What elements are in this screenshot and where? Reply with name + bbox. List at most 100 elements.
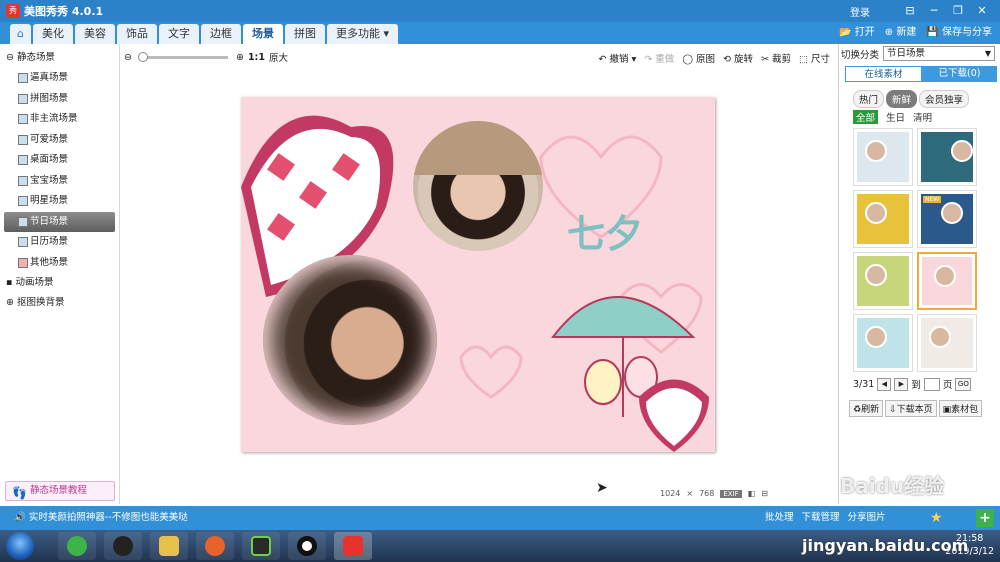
- zoom-in-icon[interactable]: ⊕: [236, 52, 244, 63]
- sub-tab-vip[interactable]: 会员独享: [919, 90, 970, 108]
- original-button[interactable]: ◯ 原图: [682, 51, 715, 65]
- restore-button[interactable]: ❐: [950, 4, 966, 17]
- scene-thumb-icon: [18, 155, 28, 165]
- tree-item-cute[interactable]: 可爱场景: [0, 130, 119, 151]
- tab-accessories[interactable]: 饰品: [116, 24, 157, 44]
- new-button[interactable]: ⊕ 新建: [885, 25, 917, 41]
- sub-tab-new[interactable]: 新鲜: [886, 90, 918, 108]
- tree-item-alternative[interactable]: 非主流场景: [0, 109, 119, 130]
- material-thumb[interactable]: [917, 314, 977, 372]
- resize-button[interactable]: ⬚ 尺寸: [799, 51, 830, 65]
- material-thumb[interactable]: NEW: [917, 190, 977, 248]
- tab-downloaded[interactable]: 已下载(0): [922, 66, 997, 82]
- hat-shape: [413, 121, 543, 175]
- home-tab[interactable]: ⌂: [10, 24, 31, 44]
- tab-collage[interactable]: 拼图: [284, 24, 325, 44]
- download-manager-link[interactable]: 下载管理: [802, 506, 840, 530]
- page-input[interactable]: [923, 377, 940, 391]
- exif-button[interactable]: EXIF: [720, 489, 742, 498]
- taskbar-app-firefox[interactable]: [196, 532, 234, 560]
- tree-item-festival[interactable]: 节日场景: [4, 211, 115, 232]
- footprint-icon: 👣: [12, 486, 27, 500]
- save-share-button[interactable]: 💾 保存与分享: [926, 25, 992, 41]
- material-thumb[interactable]: [853, 128, 913, 186]
- rotate-button[interactable]: ⟲ 旋转: [723, 51, 753, 65]
- go-button[interactable]: GO: [955, 377, 972, 391]
- tree-item-baby[interactable]: 宝宝场景: [0, 171, 119, 192]
- batch-process-link[interactable]: 批处理: [765, 506, 794, 530]
- tree-item-star[interactable]: 明星场景: [0, 191, 119, 212]
- tree-item-collage[interactable]: 拼图场景: [0, 89, 119, 110]
- filter-all[interactable]: 全部: [853, 110, 879, 124]
- skin-button[interactable]: ⊟: [902, 4, 918, 17]
- download-page-button[interactable]: ⇩下载本页: [885, 400, 937, 417]
- close-button[interactable]: ✕: [974, 4, 990, 17]
- scene-thumb-icon: [18, 114, 28, 124]
- redo-button[interactable]: ↷ 重做: [644, 51, 674, 65]
- material-pager: 3/31 ◀ ▶ 到 页 GO: [853, 377, 972, 391]
- tab-online-materials[interactable]: 在线素材: [845, 66, 922, 82]
- tree-item-calendar[interactable]: 日历场景: [0, 232, 119, 253]
- material-thumb[interactable]: [853, 252, 913, 310]
- filter-qingming[interactable]: 清明: [913, 110, 932, 124]
- material-thumb[interactable]: [853, 314, 913, 372]
- photo-top-portrait[interactable]: [413, 121, 543, 251]
- zoom-out-icon[interactable]: ⊖: [124, 52, 132, 63]
- minimize-button[interactable]: ─: [926, 4, 942, 17]
- scene-thumb-icon: [18, 237, 28, 247]
- filter-birthday[interactable]: 生日: [886, 110, 905, 124]
- static-scene-tutorial-button[interactable]: 👣 静态场景教程: [5, 481, 115, 501]
- material-thumb[interactable]: [917, 128, 977, 186]
- zoom-slider[interactable]: [137, 51, 228, 62]
- plus-icon[interactable]: +: [976, 509, 994, 527]
- scene-canvas[interactable]: 七夕: [241, 97, 715, 452]
- sub-tab-hot[interactable]: 热门: [853, 90, 885, 108]
- material-thumb-selected[interactable]: [917, 252, 977, 310]
- app-logo-icon: 秀: [6, 4, 20, 18]
- tab-more-functions[interactable]: 更多功能 ▾: [326, 24, 399, 44]
- qq-icon: [113, 536, 133, 556]
- taskbar-app-recorder[interactable]: [288, 532, 326, 560]
- tab-scene[interactable]: 场景: [242, 24, 283, 44]
- open-button[interactable]: 📂 打开: [839, 25, 875, 41]
- category-select[interactable]: 节日场景 ▼: [883, 46, 996, 61]
- tab-border[interactable]: 边框: [200, 24, 241, 44]
- tree-item-other[interactable]: 其他场景: [0, 253, 119, 274]
- share-image-link[interactable]: 分享图片: [848, 506, 886, 530]
- meitu-icon: [343, 536, 363, 556]
- tree-group-animated[interactable]: ▪ 动画场景: [0, 273, 119, 293]
- star-icon[interactable]: ★: [930, 510, 946, 526]
- compare-icon[interactable]: ◧: [748, 489, 756, 498]
- main-tab-bar: ⌂ 美化 美容 饰品 文字 边框 场景 拼图 更多功能 ▾ 📂 打开 ⊕ 新建 …: [0, 22, 1000, 44]
- taskbar-app-qq[interactable]: [104, 532, 142, 560]
- crop-button[interactable]: ✂ 裁剪: [761, 51, 791, 65]
- tab-beautify[interactable]: 美化: [32, 24, 73, 44]
- taskbar-app-player[interactable]: [242, 532, 280, 560]
- taskbar-app-refresh[interactable]: [58, 532, 96, 560]
- tree-item-realistic[interactable]: 逼真场景: [0, 68, 119, 89]
- title-bar: 秀 美图秀秀 4.0.1 登录 ⊟ ─ ❐ ✕: [0, 0, 1000, 22]
- tab-beauty[interactable]: 美容: [74, 24, 115, 44]
- scene-category-tree: ⊖ 静态场景 逼真场景 拼图场景 非主流场景 可爱场景 桌面场景 宝宝场景 明星…: [0, 44, 120, 504]
- taskbar-app-explorer[interactable]: [150, 532, 188, 560]
- login-link[interactable]: 登录: [850, 4, 870, 19]
- start-button[interactable]: [6, 532, 34, 560]
- material-thumb[interactable]: [853, 190, 913, 248]
- material-pack-button[interactable]: ▣素材包: [938, 400, 983, 417]
- tree-item-desktop[interactable]: 桌面场景: [0, 150, 119, 171]
- taskbar-app-meitu[interactable]: [334, 532, 372, 560]
- zoom-ratio[interactable]: 1:1: [248, 52, 265, 63]
- photo-bottom-portrait[interactable]: [263, 255, 437, 425]
- tree-group-static[interactable]: ⊖ 静态场景: [0, 48, 119, 68]
- refresh-button[interactable]: ♻刷新: [849, 400, 884, 417]
- preview-icon[interactable]: ⊟: [761, 489, 768, 498]
- next-page-button[interactable]: ▶: [894, 377, 909, 391]
- tree-group-cutout[interactable]: ⊕ 抠图换背景: [0, 293, 119, 313]
- undo-button[interactable]: ↶ 撤销 ▾: [599, 51, 637, 65]
- tab-text[interactable]: 文字: [158, 24, 199, 44]
- original-size-label[interactable]: 原大: [269, 50, 288, 64]
- zoom-slider-knob[interactable]: [137, 51, 148, 62]
- page-indicator: 3/31: [853, 378, 875, 390]
- prev-page-button[interactable]: ◀: [877, 377, 892, 391]
- status-message[interactable]: 🔊 实时美颜拍照神器--不修图也能美美哒: [14, 506, 188, 530]
